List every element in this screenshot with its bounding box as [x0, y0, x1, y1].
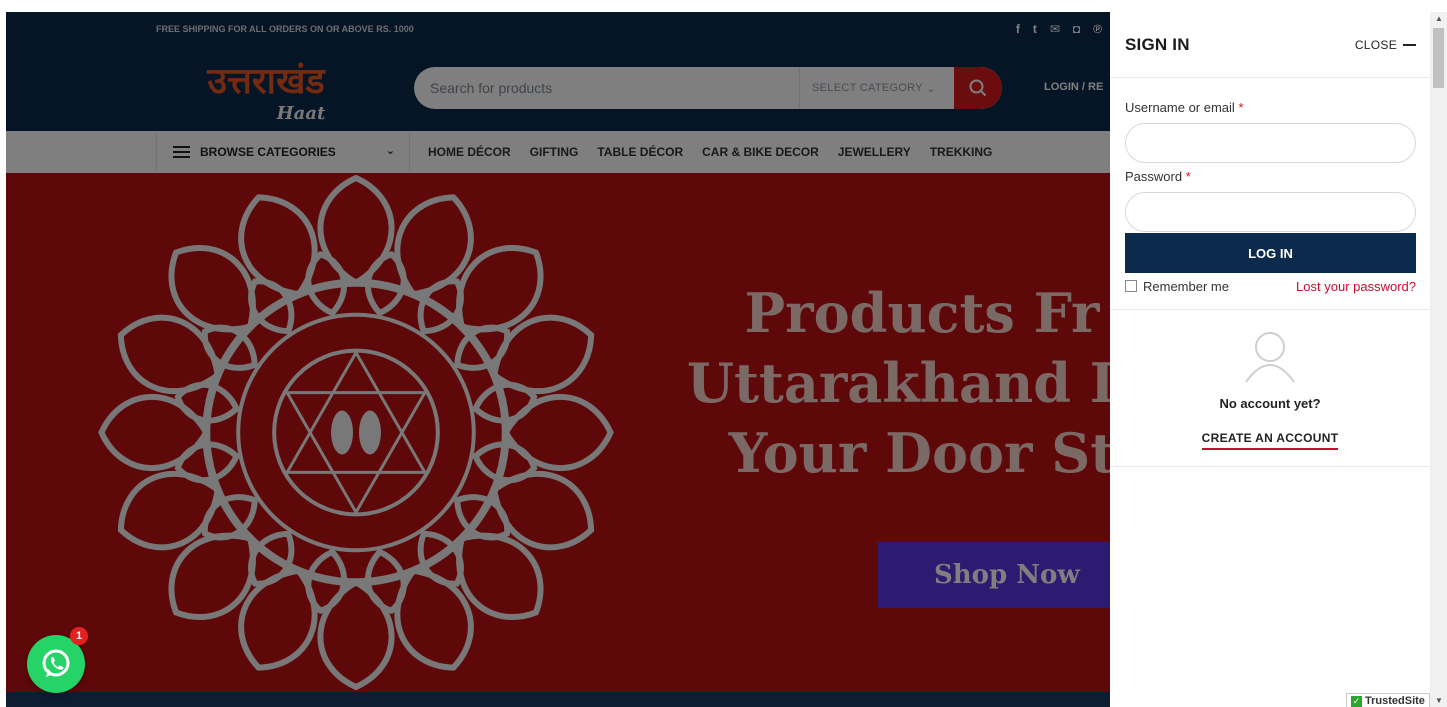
lost-password-link[interactable]: Lost your password?	[1296, 279, 1416, 294]
login-button[interactable]: LOG IN	[1125, 233, 1416, 273]
user-icon	[1245, 332, 1295, 383]
mandala-petal	[456, 532, 544, 620]
create-account-link[interactable]: CREATE AN ACCOUNT	[1201, 431, 1339, 450]
hero-banner: Products Fr Uttarakhand Di Your Door St …	[6, 173, 1110, 692]
site-header: उत्तराखंड Haat Search for products SELEC…	[6, 45, 1110, 131]
trusted-site-badge[interactable]: ✓ TrustedSite	[1346, 693, 1430, 707]
required-mark: *	[1185, 169, 1191, 184]
required-mark: *	[1238, 100, 1244, 115]
hero-bottom-strip	[6, 692, 1110, 707]
logo-text-hindi: उत्तराखंड	[206, 61, 326, 102]
nav-menu: HOME DÉCOR GIFTING TABLE DÉCOR CAR & BIK…	[428, 145, 992, 159]
no-account-text: No account yet?	[1219, 396, 1321, 411]
nav-item-table-decor[interactable]: TABLE DÉCOR	[597, 145, 683, 159]
mandala-image	[98, 174, 614, 691]
scroll-up-icon[interactable]: ▲	[1435, 14, 1443, 23]
mandala-petal	[502, 394, 614, 471]
site-background: FREE SHIPPING FOR ALL ORDERS ON OR ABOVE…	[6, 12, 1110, 707]
top-bar: FREE SHIPPING FOR ALL ORDERS ON OR ABOVE…	[6, 12, 1110, 45]
search-button[interactable]	[954, 67, 1002, 109]
search-input[interactable]: Search for products	[414, 80, 799, 96]
whatsapp-badge: 1	[70, 627, 88, 645]
scrollbar[interactable]: ▲ ▼	[1430, 12, 1447, 707]
mandala-petal	[317, 578, 395, 691]
no-account-section: No account yet? CREATE AN ACCOUNT	[1110, 328, 1430, 450]
nav-item-jewellery[interactable]: JEWELLERY	[838, 145, 911, 159]
mandala-petal	[168, 245, 256, 333]
hero-title: Products Fr Uttarakhand Di Your Door St	[642, 278, 1110, 488]
category-select-label: SELECT CATEGORY	[812, 82, 923, 94]
close-icon	[1403, 43, 1416, 46]
panel-title: SIGN IN	[1125, 34, 1190, 54]
divider	[1110, 466, 1430, 467]
hero-title-line-2: Uttarakhand Di	[686, 351, 1110, 415]
shop-now-button[interactable]: Shop Now	[878, 542, 1110, 608]
browse-categories-button[interactable]: BROWSE CATEGORIES ⌄	[156, 131, 410, 173]
hero-title-line-1: Products Fr	[744, 281, 1100, 345]
scroll-down-icon[interactable]: ▼	[1435, 696, 1443, 705]
email-icon[interactable]: ✉	[1050, 22, 1060, 36]
panel-header: SIGN IN CLOSE	[1110, 12, 1430, 78]
username-field[interactable]	[1125, 123, 1416, 163]
chevron-down-icon: ⌄	[385, 145, 395, 157]
mandala-petal	[98, 394, 210, 471]
sign-in-panel: SIGN IN CLOSE Username or email * Passwo…	[1110, 12, 1430, 707]
login-form: Username or email * Password * LOG IN Re…	[1110, 100, 1430, 295]
logo-text-sub: Haat	[276, 103, 326, 124]
nav-item-car-bike-decor[interactable]: CAR & BIKE DECOR	[702, 145, 819, 159]
mandala-petal	[317, 174, 395, 287]
search-icon	[969, 79, 987, 97]
check-icon: ✓	[1351, 695, 1362, 707]
browse-categories-label: BROWSE CATEGORIES	[200, 145, 336, 159]
nav-item-home-decor[interactable]: HOME DÉCOR	[428, 145, 511, 159]
password-label: Password *	[1125, 169, 1191, 184]
instagram-icon[interactable]: ◘	[1073, 22, 1080, 36]
divider	[1110, 309, 1430, 310]
close-button[interactable]: CLOSE	[1355, 38, 1416, 52]
hamburger-icon	[173, 143, 190, 161]
hero-title-line-3: Your Door St	[728, 421, 1110, 485]
remember-row: Remember me Lost your password?	[1125, 277, 1416, 295]
nav-item-gifting[interactable]: GIFTING	[530, 145, 579, 159]
close-label: CLOSE	[1354, 37, 1397, 52]
remember-label: Remember me	[1143, 278, 1229, 294]
nav-item-trekking[interactable]: TREKKING	[930, 145, 993, 159]
mandala-petal	[456, 245, 544, 333]
password-field[interactable]	[1125, 192, 1416, 232]
remember-me[interactable]: Remember me	[1125, 279, 1229, 294]
site-logo[interactable]: उत्तराखंड Haat	[166, 51, 366, 125]
facebook-icon[interactable]: f	[1016, 22, 1020, 36]
remember-checkbox[interactable]	[1125, 280, 1137, 292]
username-label: Username or email *	[1125, 100, 1244, 115]
social-links: f t ✉ ◘ ℗	[1016, 22, 1102, 36]
shipping-notice: FREE SHIPPING FOR ALL ORDERS ON OR ABOVE…	[156, 23, 414, 34]
category-select[interactable]: SELECT CATEGORY ⌄	[799, 67, 954, 109]
mandala-petal	[168, 532, 256, 620]
pinterest-icon[interactable]: ℗	[1093, 22, 1102, 36]
whatsapp-icon	[42, 649, 70, 677]
twitter-icon[interactable]: t	[1033, 22, 1037, 36]
scrollbar-thumb[interactable]	[1433, 28, 1444, 88]
login-register-link[interactable]: LOGIN / RE	[1044, 81, 1103, 93]
main-nav: BROWSE CATEGORIES ⌄ HOME DÉCOR GIFTING T…	[6, 131, 1110, 173]
search-bar: Search for products SELECT CATEGORY ⌄	[414, 67, 1002, 109]
trusted-site-label: TrustedSite	[1365, 695, 1425, 707]
